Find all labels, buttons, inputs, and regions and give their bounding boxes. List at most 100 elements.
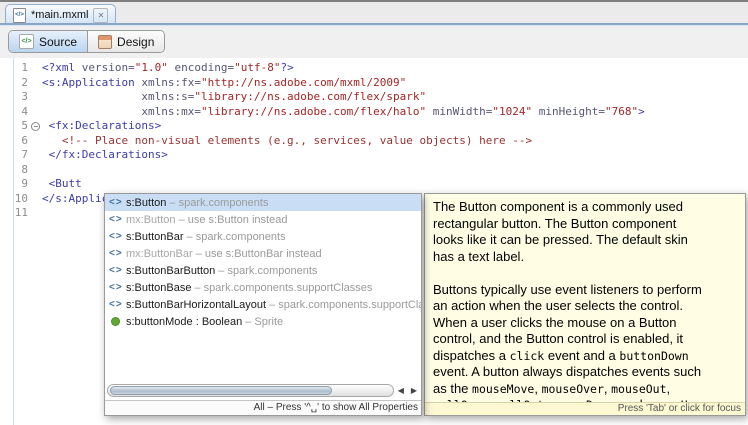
close-icon[interactable]: ✕: [93, 8, 108, 23]
doc-text: The Button component is a commonly used …: [433, 199, 743, 402]
code-line[interactable]: 7 </fx:Declarations>: [0, 148, 748, 163]
collapse-icon[interactable]: [31, 122, 40, 131]
tab-title: *main.mxml: [31, 9, 88, 21]
tab-main-mxml[interactable]: </> *main.mxml ✕: [5, 4, 116, 25]
line-number: 4: [0, 105, 31, 120]
completion-item[interactable]: <>mx:Button – use s:Button instead: [105, 211, 421, 228]
code-line[interactable]: 4 xmlns:mx="library://ns.adobe.com/flex/…: [0, 105, 748, 120]
fold-column: [31, 206, 42, 221]
completion-description: – spark.components: [215, 265, 317, 277]
scroll-left-icon[interactable]: ◀: [398, 386, 404, 395]
code-line[interactable]: 9 <Butt: [0, 177, 748, 192]
completion-description: – spark.components.supportClasses: [266, 299, 421, 311]
source-button[interactable]: </> Source: [9, 31, 87, 52]
tag-icon: <>: [109, 282, 126, 293]
popup-status-text: All – Press '^␣' to show All Properties: [105, 400, 421, 415]
flash-builder-window: </> *main.mxml ✕ </> Source Design 1<?xm…: [0, 0, 748, 425]
completion-item[interactable]: <>s:ButtonBarButton – spark.components: [105, 262, 421, 279]
fold-column: [31, 134, 42, 149]
tag-icon: <>: [109, 231, 126, 242]
code-text: xmlns:mx="library://ns.adobe.com/flex/ha…: [42, 105, 748, 120]
scrollbar-thumb[interactable]: [110, 386, 332, 395]
code-line[interactable]: 1<?xml version="1.0" encoding="utf-8"?>: [0, 61, 748, 76]
completion-list: <>s:Button – spark.components<>mx:Button…: [105, 194, 421, 330]
code-text: <!-- Place non-visual elements (e.g., se…: [42, 134, 748, 149]
completion-name: s:ButtonBase: [126, 282, 191, 294]
line-number: 7: [0, 148, 31, 163]
design-icon: [98, 35, 112, 49]
code-completion-popup: <>s:Button – spark.components<>mx:Button…: [104, 193, 422, 416]
design-button-label: Design: [117, 35, 154, 49]
fold-column: [31, 192, 42, 207]
code-line[interactable]: 2<s:Application xmlns:fx="http://ns.adob…: [0, 76, 748, 91]
code-text: </fx:Declarations>: [42, 148, 748, 163]
tag-icon: <>: [109, 197, 126, 208]
completion-name: s:ButtonBarButton: [126, 265, 215, 277]
completion-item[interactable]: <>s:ButtonBase – spark.components.suppor…: [105, 279, 421, 296]
doc-status-text: Press 'Tab' or click for focus: [425, 402, 745, 415]
completion-item[interactable]: <>s:ButtonBarHorizontalLayout – spark.co…: [105, 296, 421, 313]
line-number: 11: [0, 206, 31, 221]
fold-column: [31, 163, 42, 178]
scroll-right-icon[interactable]: ▶: [411, 386, 417, 395]
mxml-file-icon: </>: [13, 8, 26, 23]
tag-icon: <>: [109, 265, 126, 276]
code-text: [42, 163, 748, 178]
completion-description: – spark.components: [183, 231, 285, 243]
scrollbar-arrows: ◀ ▶: [398, 386, 419, 395]
code-line[interactable]: 5 <fx:Declarations>: [0, 119, 748, 134]
completion-item[interactable]: <>mx:ButtonBar – use s:ButtonBar instead: [105, 245, 421, 262]
source-button-label: Source: [39, 35, 77, 49]
completion-description: – Sprite: [242, 316, 283, 328]
line-number: 10: [0, 192, 31, 207]
fold-column: [31, 105, 42, 120]
source-code-icon: </>: [19, 34, 34, 49]
completion-item[interactable]: <>s:Button – spark.components: [105, 194, 421, 211]
fold-column: [31, 119, 42, 134]
completion-name: s:ButtonBar: [126, 231, 183, 243]
doc-tooltip-panel[interactable]: The Button component is a commonly used …: [424, 193, 746, 416]
tag-icon: <>: [109, 248, 126, 259]
line-number: 8: [0, 163, 31, 178]
code-text: <fx:Declarations>: [42, 119, 748, 134]
scrollbar-track[interactable]: [107, 384, 394, 397]
completion-name: s:Button: [126, 197, 166, 209]
tag-icon: <>: [109, 299, 126, 310]
property-icon: [109, 317, 126, 326]
property-dot-icon: [111, 317, 120, 326]
doc-paragraph: Buttons typically use event listeners to…: [433, 282, 743, 403]
fold-column: [31, 61, 42, 76]
code-line[interactable]: 8: [0, 163, 748, 178]
line-number: 5: [0, 119, 31, 134]
editor-mode-toolbar: </> Source Design: [0, 26, 748, 58]
design-button[interactable]: Design: [87, 31, 164, 52]
line-number: 9: [0, 177, 31, 192]
code-text: <Butt: [42, 177, 748, 192]
completion-name: mx:Button: [126, 214, 176, 226]
fold-column: [31, 177, 42, 192]
completion-name: s:ButtonBarHorizontalLayout: [126, 299, 266, 311]
line-number: 2: [0, 76, 31, 91]
source-design-switch: </> Source Design: [8, 30, 165, 53]
code-line[interactable]: 3 xmlns:s="library://ns.adobe.com/flex/s…: [0, 90, 748, 105]
completion-name: mx:ButtonBar: [126, 248, 193, 260]
tag-icon: <>: [109, 214, 126, 225]
fold-column: [31, 148, 42, 163]
fold-column: [31, 90, 42, 105]
completion-description: – use s:ButtonBar instead: [193, 248, 322, 260]
completion-description: – spark.components.supportClasses: [191, 282, 372, 294]
popup-hscrollbar[interactable]: ◀ ▶: [107, 382, 419, 399]
completion-item[interactable]: s:buttonMode : Boolean – Sprite: [105, 313, 421, 330]
code-line[interactable]: 6 <!-- Place non-visual elements (e.g., …: [0, 134, 748, 149]
doc-paragraph: The Button component is a commonly used …: [433, 199, 743, 265]
completion-item[interactable]: <>s:ButtonBar – spark.components: [105, 228, 421, 245]
completion-description: – spark.components: [166, 197, 268, 209]
line-number: 6: [0, 134, 31, 149]
fold-column: [31, 76, 42, 91]
line-number: 3: [0, 90, 31, 105]
code-text: xmlns:s="library://ns.adobe.com/flex/spa…: [42, 90, 748, 105]
completion-name: s:buttonMode : Boolean: [126, 316, 242, 328]
completion-description: – use s:Button instead: [176, 214, 288, 226]
line-number: 1: [0, 61, 31, 76]
editor-tab-bar: </> *main.mxml ✕: [0, 0, 748, 23]
